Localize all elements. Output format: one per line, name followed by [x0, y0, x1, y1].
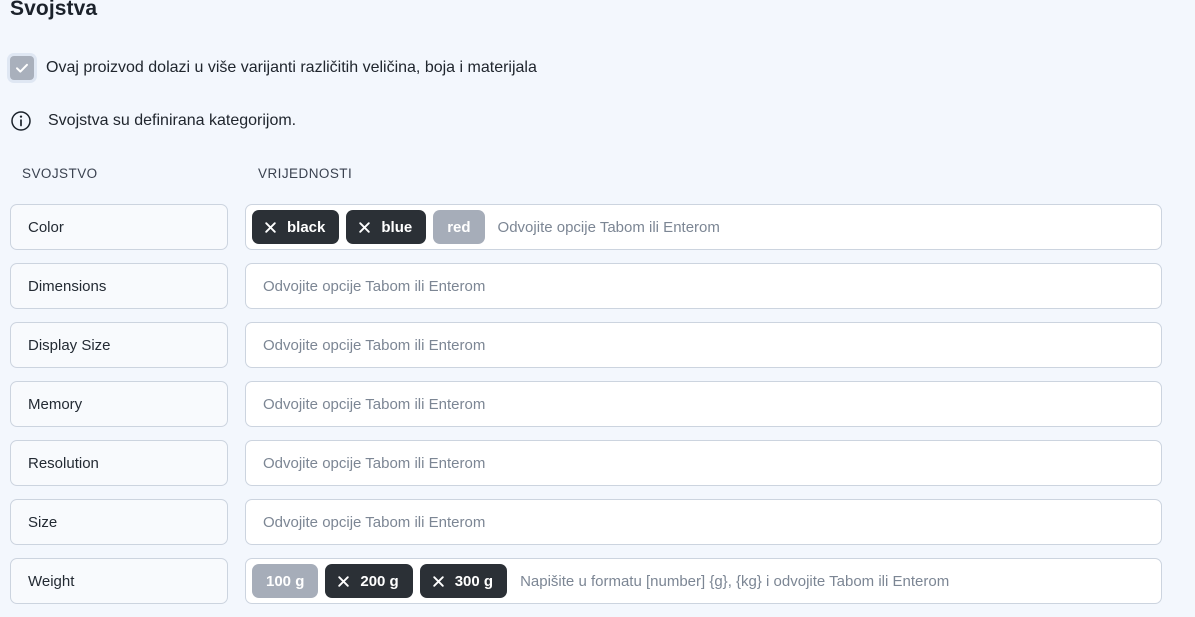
chip-label: black [287, 218, 326, 236]
remove-chip-icon[interactable] [336, 574, 351, 589]
value-chip[interactable]: 100 g [252, 564, 319, 598]
table-column-headers: SVOJSTVO VRIJEDNOSTI [0, 166, 1195, 186]
values-placeholder: Odvojite opcije Tabom ili Enterom [263, 513, 486, 531]
chip-label: blue [381, 218, 413, 236]
table-row: Display Size Odvojite opcije Tabom ili En… [0, 322, 1195, 368]
values-placeholder: Odvojite opcije Tabom ili Enterom [263, 336, 486, 354]
property-name-resolution: Resolution [10, 440, 228, 486]
property-name-size: Size [10, 499, 228, 545]
values-input-weight[interactable]: 100 g 200 g 300 g Napišite u formatu [numbe… [245, 558, 1162, 604]
category-note: Svojstva su definirana kategorijom. [10, 110, 296, 132]
values-input-memory[interactable]: Odvojite opcije Tabom ili Enterom [245, 381, 1162, 427]
property-name-display-size: Display Size [10, 322, 228, 368]
table-row: Size Odvojite opcije Tabom ili Enterom [0, 499, 1195, 545]
properties-panel: Svojstva Ovaj proizvod dolazi u više var… [0, 0, 1195, 610]
remove-chip-icon[interactable] [357, 220, 372, 235]
values-input-display-size[interactable]: Odvojite opcije Tabom ili Enterom [245, 322, 1162, 368]
properties-table: Color black blue red Odvojite opcije Tabom i… [0, 204, 1195, 617]
chip-label: 100 g [266, 572, 305, 590]
table-row: Weight 100 g 200 g 300 g Napišite u formatu … [0, 558, 1195, 604]
variant-checkbox-label: Ovaj proizvod dolazi u više varijanti ra… [46, 59, 537, 76]
page-title: Svojstva [10, 0, 98, 20]
remove-chip-icon[interactable] [431, 574, 446, 589]
value-chip[interactable]: 300 g [419, 564, 508, 598]
chip-label: 200 g [360, 572, 399, 590]
values-placeholder: Odvojite opcije Tabom ili Enterom [263, 395, 486, 413]
values-input-size[interactable]: Odvojite opcije Tabom ili Enterom [245, 499, 1162, 545]
value-chip[interactable]: red [433, 210, 485, 244]
table-row: Memory Odvojite opcije Tabom ili Enterom [0, 381, 1195, 427]
checkmark-icon [16, 63, 28, 73]
variant-checkbox-row: Ovaj proizvod dolazi u više varijanti ra… [10, 56, 537, 80]
category-note-text: Svojstva su definirana kategorijom. [48, 112, 297, 129]
column-header-values: VRIJEDNOSTI [258, 166, 353, 181]
table-row: Resolution Odvojite opcije Tabom ili Ente… [0, 440, 1195, 486]
property-name-color: Color [10, 204, 228, 250]
table-row: Color black blue red Odvojite opcije Tabom i… [0, 204, 1195, 250]
values-input-color[interactable]: black blue red Odvojite opcije Tabom ili En… [245, 204, 1162, 250]
property-name-dimensions: Dimensions [10, 263, 228, 309]
property-name-memory: Memory [10, 381, 228, 427]
info-icon [10, 110, 32, 132]
chip-label: red [447, 218, 471, 236]
remove-chip-icon[interactable] [263, 220, 278, 235]
value-chip[interactable]: blue [346, 210, 427, 244]
values-input-dimensions[interactable]: Odvojite opcije Tabom ili Enterom [245, 263, 1162, 309]
values-placeholder: Odvojite opcije Tabom ili Enterom [263, 277, 486, 295]
variant-checkbox[interactable] [10, 56, 34, 80]
value-chip[interactable]: black [252, 210, 340, 244]
property-name-weight: Weight [10, 558, 228, 604]
values-placeholder: Odvojite opcije Tabom ili Enterom [497, 218, 720, 236]
values-input-resolution[interactable]: Odvojite opcije Tabom ili Enterom [245, 440, 1162, 486]
value-chip[interactable]: 200 g [325, 564, 413, 598]
values-placeholder: Odvojite opcije Tabom ili Enterom [263, 454, 486, 472]
chip-label: 300 g [454, 572, 494, 590]
column-header-property: SVOJSTVO [22, 166, 98, 181]
table-row: Dimensions Odvojite opcije Tabom ili Ente… [0, 263, 1195, 309]
values-placeholder: Napišite u formatu [number] {g}, {kg} i … [520, 572, 950, 590]
